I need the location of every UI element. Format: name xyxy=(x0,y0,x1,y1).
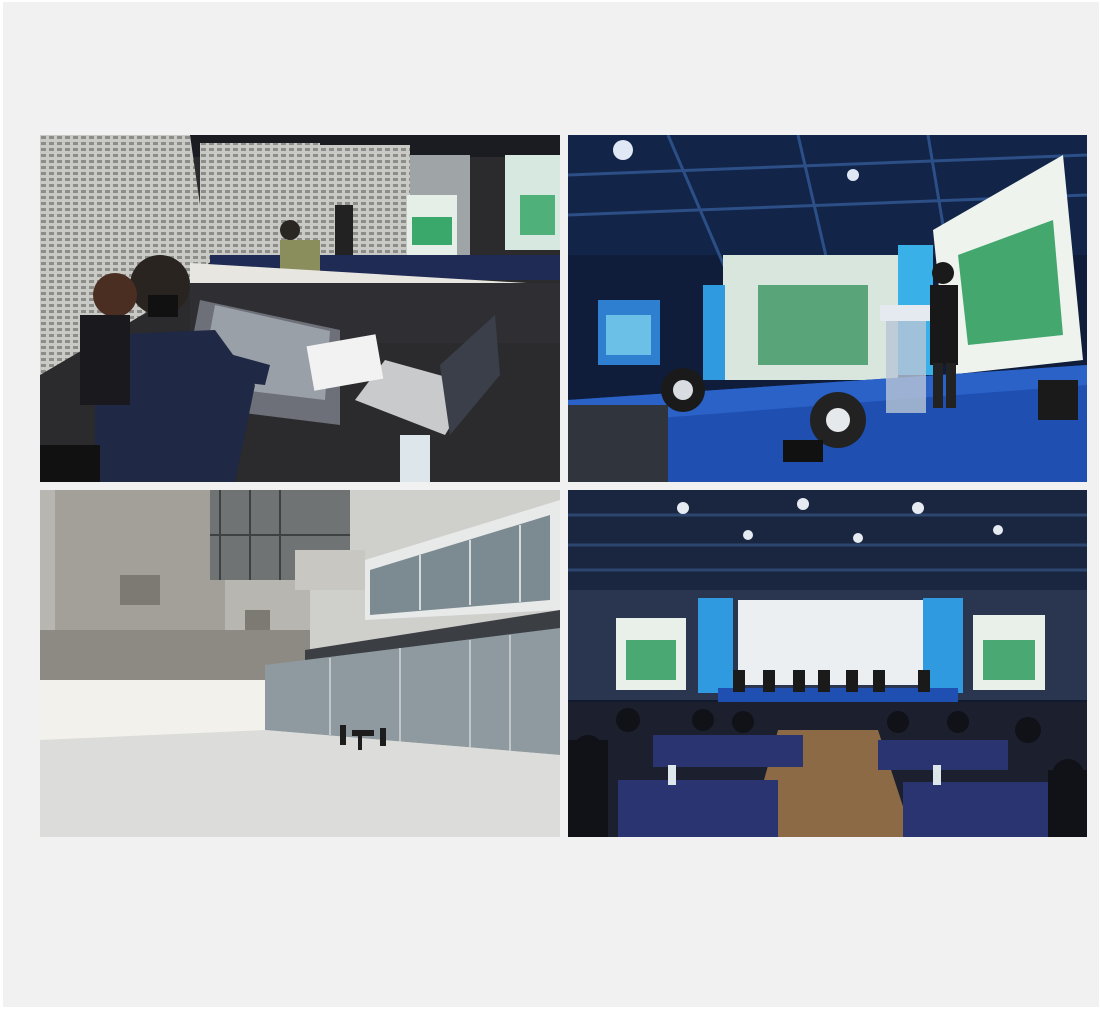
photo-stage-speech[interactable] xyxy=(568,135,1087,482)
atrium-image xyxy=(40,490,560,837)
photo-control-booth[interactable] xyxy=(40,135,560,482)
control-booth-image xyxy=(40,135,560,482)
photo-panel-session[interactable] xyxy=(568,490,1087,837)
stage-speech-image xyxy=(568,135,1087,482)
photo-atrium[interactable] xyxy=(40,490,560,837)
panel-session-image xyxy=(568,490,1087,837)
gallery-panel xyxy=(3,2,1099,1007)
